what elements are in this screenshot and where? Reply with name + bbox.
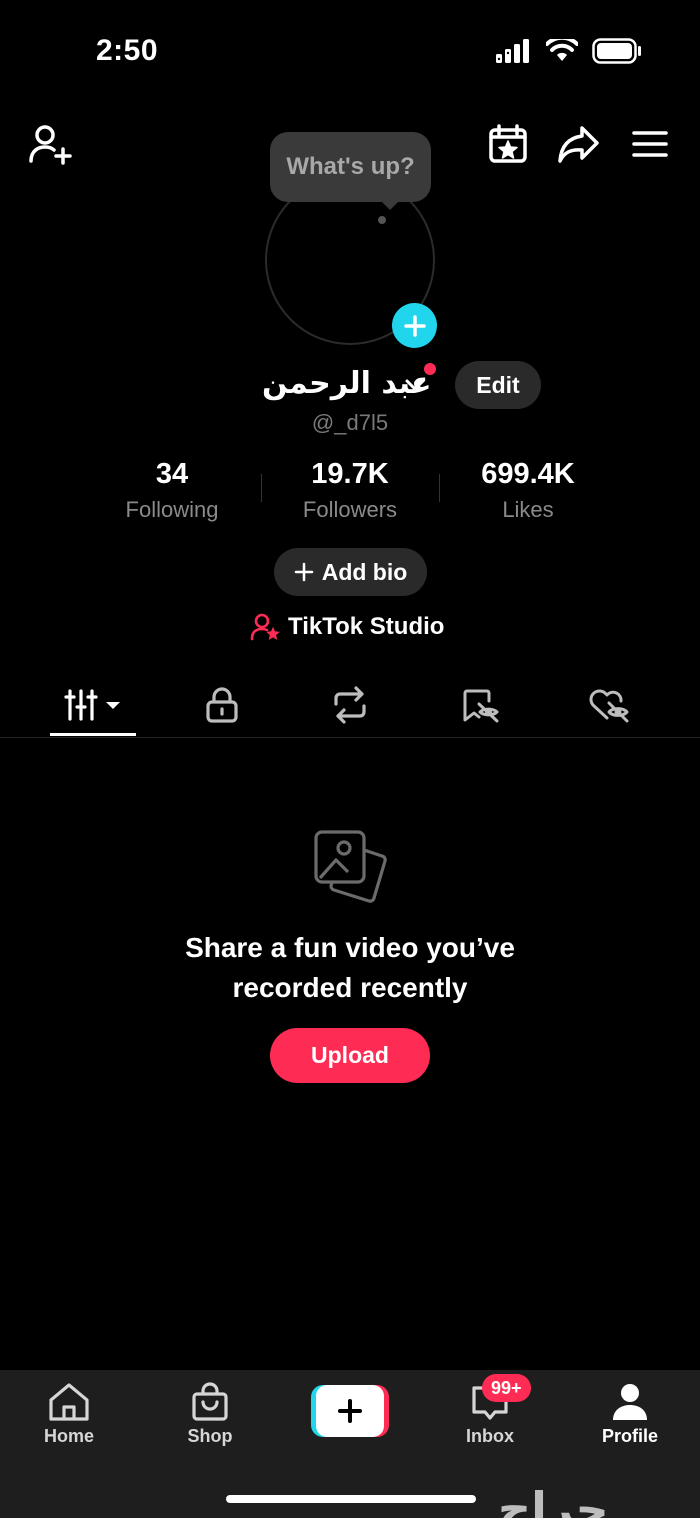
cellular-signal-icon bbox=[496, 39, 529, 63]
stat-followers[interactable]: 19.7K Followers bbox=[260, 458, 440, 523]
photos-placeholder-icon bbox=[312, 826, 390, 911]
bubble-pointer-dot bbox=[378, 216, 386, 224]
empty-state-line-2: recorded recently bbox=[232, 972, 468, 1003]
stat-value: 699.4K bbox=[481, 458, 575, 490]
account-switch-chevron[interactable] bbox=[404, 374, 426, 401]
tab-private[interactable] bbox=[180, 680, 264, 730]
tab-reposts[interactable] bbox=[308, 680, 392, 730]
stat-following[interactable]: 34 Following bbox=[82, 458, 262, 523]
stat-value: 34 bbox=[155, 458, 189, 490]
upload-button[interactable]: Upload bbox=[270, 1028, 430, 1083]
stat-label: Likes bbox=[502, 497, 554, 522]
home-icon bbox=[49, 1383, 89, 1421]
nav-label: Shop bbox=[187, 1426, 233, 1446]
plus-icon bbox=[403, 314, 426, 337]
share-profile-button[interactable] bbox=[554, 120, 602, 168]
edit-profile-button[interactable]: Edit bbox=[455, 361, 541, 409]
add-bio-button[interactable]: Add bio bbox=[274, 548, 427, 596]
shopping-bag-icon bbox=[192, 1382, 228, 1421]
creator-calendar-button[interactable] bbox=[484, 120, 532, 168]
tab-favorites[interactable] bbox=[438, 680, 522, 730]
creator-star-icon bbox=[250, 613, 280, 641]
nav-label: Profile bbox=[601, 1426, 658, 1446]
tiktok-studio-link[interactable]: TikTok Studio bbox=[250, 612, 444, 642]
create-video-button[interactable] bbox=[311, 1385, 389, 1437]
home-indicator bbox=[226, 1495, 476, 1503]
content-tabs bbox=[0, 675, 700, 738]
nav-label: Home bbox=[43, 1426, 94, 1446]
calendar-star-icon bbox=[489, 124, 527, 163]
nav-shop[interactable]: Shop bbox=[150, 1382, 270, 1447]
wifi-icon bbox=[546, 39, 578, 61]
liked-hidden-icon bbox=[589, 689, 629, 723]
status-note-bubble[interactable]: What's up? bbox=[270, 132, 431, 202]
inbox-badge: 99+ bbox=[482, 1374, 531, 1402]
menu-button[interactable] bbox=[626, 120, 674, 168]
studio-label: TikTok Studio bbox=[288, 613, 445, 640]
empty-state-line-1: Share a fun video you’ve bbox=[185, 932, 515, 963]
favorites-hidden-icon bbox=[463, 689, 499, 723]
status-time: 2:50 bbox=[96, 34, 159, 67]
add-bio-label: Add bio bbox=[321, 558, 408, 585]
notification-dot bbox=[424, 363, 436, 375]
status-icons bbox=[496, 38, 642, 64]
username-handle: @_d7l5 bbox=[311, 410, 389, 435]
videos-grid-icon bbox=[64, 689, 120, 721]
share-arrow-icon bbox=[558, 126, 599, 163]
lock-icon bbox=[206, 687, 238, 723]
hamburger-menu-icon bbox=[632, 131, 668, 157]
tab-liked[interactable] bbox=[566, 680, 650, 730]
plus-icon bbox=[294, 562, 313, 582]
nav-home[interactable]: Home bbox=[9, 1382, 129, 1447]
battery-icon bbox=[592, 38, 641, 64]
stat-likes[interactable]: 699.4K Likes bbox=[438, 458, 618, 523]
plus-icon bbox=[338, 1399, 362, 1423]
profile-person-icon bbox=[613, 1384, 647, 1420]
repost-icon bbox=[334, 686, 366, 724]
chevron-down-icon bbox=[405, 379, 425, 391]
add-friend-icon bbox=[29, 125, 72, 165]
active-tab-indicator bbox=[50, 733, 136, 736]
watermark-logo: حراج bbox=[498, 1482, 609, 1518]
nav-label: Inbox bbox=[466, 1426, 514, 1446]
tab-videos[interactable] bbox=[50, 680, 136, 730]
stat-label: Followers bbox=[302, 497, 398, 522]
add-avatar-button[interactable] bbox=[392, 303, 437, 348]
nav-profile[interactable]: Profile bbox=[570, 1382, 690, 1447]
stat-value: 19.7K bbox=[311, 458, 389, 490]
empty-state-message: Share a fun video you’ve recorded recent… bbox=[0, 928, 700, 1008]
add-friend-button[interactable] bbox=[26, 120, 74, 168]
stat-label: Following bbox=[125, 497, 219, 522]
